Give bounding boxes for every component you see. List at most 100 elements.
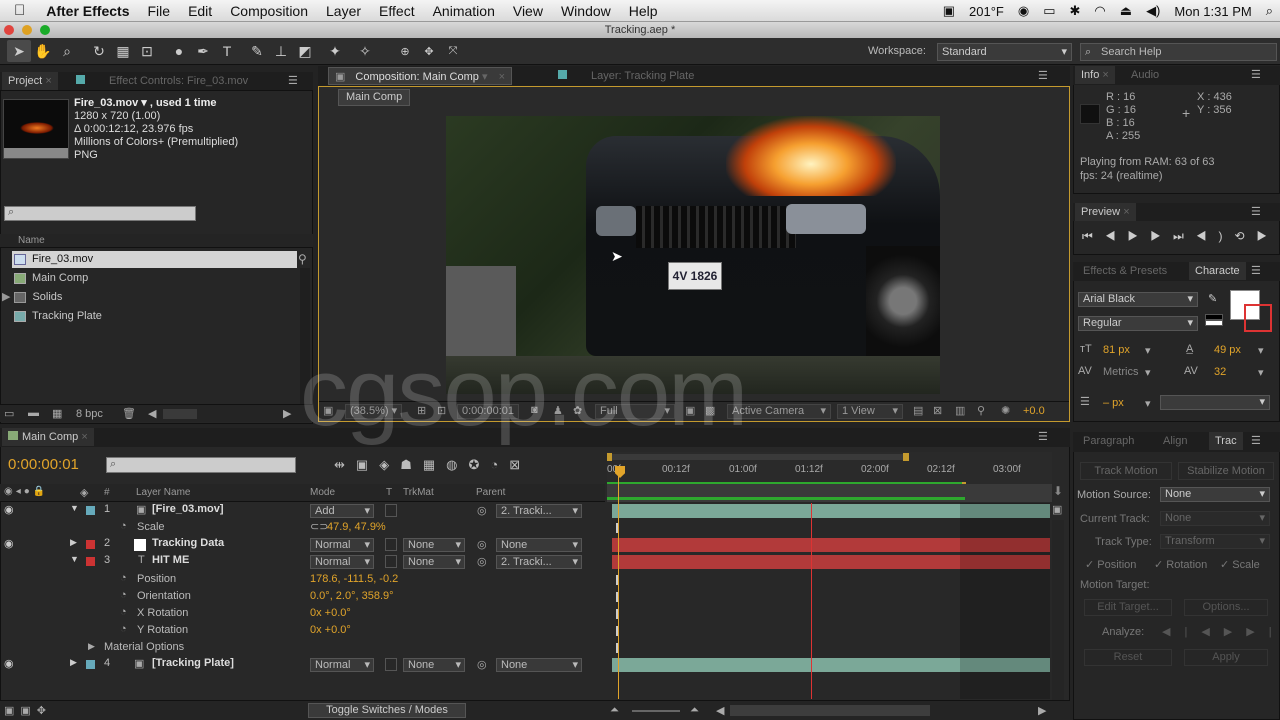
collapse-triangle-icon[interactable]: ▶ xyxy=(88,641,95,652)
stopwatch-icon[interactable]: ◔ xyxy=(490,457,509,472)
work-area-start-handle[interactable] xyxy=(607,453,612,461)
brainstorm-icon[interactable]: ✪ xyxy=(469,457,491,472)
scale-property-value[interactable]: 47.9, 47.9% xyxy=(327,521,386,533)
panel-menu-icon[interactable]: ☰ xyxy=(1245,203,1267,221)
expand-triangle-icon[interactable]: ▼ xyxy=(70,503,79,513)
chevron-down-icon[interactable]: ▾ xyxy=(1145,366,1151,379)
chevron-down-icon[interactable]: ▾ xyxy=(1258,366,1264,379)
panel-menu-icon[interactable]: ☰ xyxy=(1245,66,1267,84)
new-folder-icon[interactable]: ▬ xyxy=(28,407,39,419)
name-column-label[interactable]: Name xyxy=(18,235,45,246)
visibility-icon[interactable]: ◉ xyxy=(4,537,14,550)
edit-target-button[interactable]: Edit Target... xyxy=(1084,599,1172,616)
stopwatch-icon[interactable]: ◔ xyxy=(120,623,127,635)
graph-editor-icon[interactable]: ⊠ xyxy=(509,457,531,472)
layer-3-preserve-transparency[interactable] xyxy=(385,555,397,568)
layer-name[interactable]: HIT ME xyxy=(152,554,189,566)
tab-align[interactable]: Align xyxy=(1157,432,1193,450)
font-size-value[interactable]: 81 px xyxy=(1103,344,1130,356)
play-icon[interactable]: ▶ xyxy=(1128,229,1151,243)
zoom-tool-icon[interactable]: ⌕ xyxy=(55,40,79,62)
layer-1-preserve-transparency[interactable] xyxy=(385,504,397,517)
menu-edit[interactable]: Edit xyxy=(179,3,221,19)
tab-info[interactable]: Info × xyxy=(1075,66,1115,84)
stroke-style-select[interactable]: ▾ xyxy=(1160,395,1270,410)
volume-icon[interactable]: ◀) xyxy=(1139,3,1167,19)
display-icon[interactable]: ▭ xyxy=(1036,3,1062,19)
next-frame-icon[interactable]: ▶ xyxy=(1150,229,1173,243)
lock-icon[interactable]: ▣ xyxy=(335,71,345,83)
chevron-down-icon[interactable]: ▾ xyxy=(482,71,488,83)
close-window-icon[interactable] xyxy=(4,25,14,35)
scroll-right-icon[interactable]: ▶ xyxy=(283,407,291,420)
tab-audio[interactable]: Audio xyxy=(1125,66,1165,84)
leading-value[interactable]: 49 px xyxy=(1214,344,1241,356)
timeline-footer-icons[interactable]: ▣▣✥ xyxy=(4,704,52,717)
project-search-input[interactable]: ⌕ xyxy=(4,206,196,221)
timeline-current-time[interactable]: 0:00:00:01 xyxy=(8,456,79,473)
menu-help[interactable]: Help xyxy=(620,3,667,19)
live-update-icon[interactable]: ▣ xyxy=(356,457,379,472)
menu-file[interactable]: File xyxy=(139,3,180,19)
stopwatch-icon[interactable]: ◔ xyxy=(120,606,127,618)
scroll-left-icon[interactable]: ◀ xyxy=(716,704,724,717)
timeline-horizontal-scroll-thumb[interactable] xyxy=(730,705,930,716)
white-swatch[interactable] xyxy=(1205,320,1223,326)
bpc-label[interactable]: 8 bpc xyxy=(76,408,103,420)
pickwhip-icon[interactable]: ◎ xyxy=(477,538,487,551)
tracking-value[interactable]: 32 xyxy=(1214,366,1226,378)
delete-icon[interactable]: 🗑 xyxy=(122,407,136,420)
menu-animation[interactable]: Animation xyxy=(424,3,504,19)
close-tab-icon[interactable]: × xyxy=(1102,69,1108,81)
comp-breadcrumb[interactable]: Main Comp xyxy=(338,89,411,106)
menu-composition[interactable]: Composition xyxy=(221,3,317,19)
clock[interactable]: Mon 1:31 PM xyxy=(1167,4,1258,19)
layer-4-trkmat-select[interactable]: None ▾ xyxy=(403,658,465,672)
tab-composition[interactable]: ▣ Composition: Main Comp ▾ × xyxy=(328,67,512,85)
menu-window[interactable]: Window xyxy=(552,3,620,19)
stroke-color-swatch[interactable] xyxy=(1244,304,1272,332)
panel-menu-icon[interactable]: ☰ xyxy=(1245,262,1267,280)
layer-4-mode-select[interactable]: Normal ▾ xyxy=(310,658,374,672)
tab-main-comp-timeline[interactable]: Main Comp × xyxy=(2,428,94,446)
axis-view-icon[interactable]: ⤧ xyxy=(441,40,465,62)
y-rotation-property-value[interactable]: 0x +0.0° xyxy=(310,624,351,636)
stopwatch-icon[interactable]: ◔ xyxy=(120,572,127,584)
rotation-checkbox[interactable]: ✓ Rotation xyxy=(1154,558,1207,571)
tab-tracker[interactable]: Trac xyxy=(1209,432,1243,450)
kerning-value[interactable]: Metrics xyxy=(1103,366,1138,378)
layer-1-mode-select[interactable]: Add ▾ xyxy=(310,504,374,518)
app-menu[interactable]: After Effects xyxy=(37,3,138,19)
material-options-label[interactable]: Material Options xyxy=(104,641,184,653)
layer-1-parent-select[interactable]: 2. Tracki... ▾ xyxy=(496,504,582,518)
project-item-main-comp[interactable]: Main Comp xyxy=(14,269,88,287)
workspace-select[interactable]: Standard ▾ xyxy=(937,43,1072,61)
layer-name[interactable]: [Tracking Plate] xyxy=(152,657,234,669)
layer-2-mode-select[interactable]: Normal ▾ xyxy=(310,538,374,552)
stopwatch-icon[interactable]: ◔ xyxy=(120,520,127,532)
analyze-step-forward-icon[interactable]: ▶ xyxy=(1224,626,1246,638)
tab-effect-controls[interactable]: Effect Controls: Fire_03.mov xyxy=(70,72,254,90)
close-tab-icon[interactable]: × xyxy=(1123,206,1129,218)
bluetooth-icon[interactable]: ✱ xyxy=(1063,3,1088,19)
new-comp-icon[interactable]: ▦ xyxy=(52,407,62,420)
timeline-vertical-scrollbar[interactable] xyxy=(1052,520,1064,700)
panel-menu-icon[interactable]: ☰ xyxy=(282,72,304,90)
draft-3d-icon[interactable]: ◈ xyxy=(379,457,400,472)
timeline-search-input[interactable]: ⌕ xyxy=(106,457,296,473)
loop-icon[interactable]: ⟲ xyxy=(1234,229,1256,243)
options-button[interactable]: Options... xyxy=(1184,599,1268,616)
flowchart-icon[interactable]: ⚲ xyxy=(298,252,307,266)
pickwhip-icon[interactable]: ◎ xyxy=(477,555,487,568)
layer-name[interactable]: Tracking Data xyxy=(152,537,224,549)
last-frame-icon[interactable]: ⏭ xyxy=(1173,229,1196,243)
menu-view[interactable]: View xyxy=(504,3,552,19)
scroll-right-icon[interactable]: ▶ xyxy=(1038,704,1046,717)
spotlight-icon[interactable]: ⌕ xyxy=(1259,3,1280,19)
close-tab-icon[interactable]: × xyxy=(81,431,87,443)
axis-world-icon[interactable]: ✥ xyxy=(417,40,441,62)
orientation-property-value[interactable]: 0.0°, 2.0°, 358.9° xyxy=(310,590,394,602)
zoom-window-icon[interactable] xyxy=(40,25,50,35)
layer-2-parent-select[interactable]: None ▾ xyxy=(496,538,582,552)
layer-4-parent-select[interactable]: None ▾ xyxy=(496,658,582,672)
